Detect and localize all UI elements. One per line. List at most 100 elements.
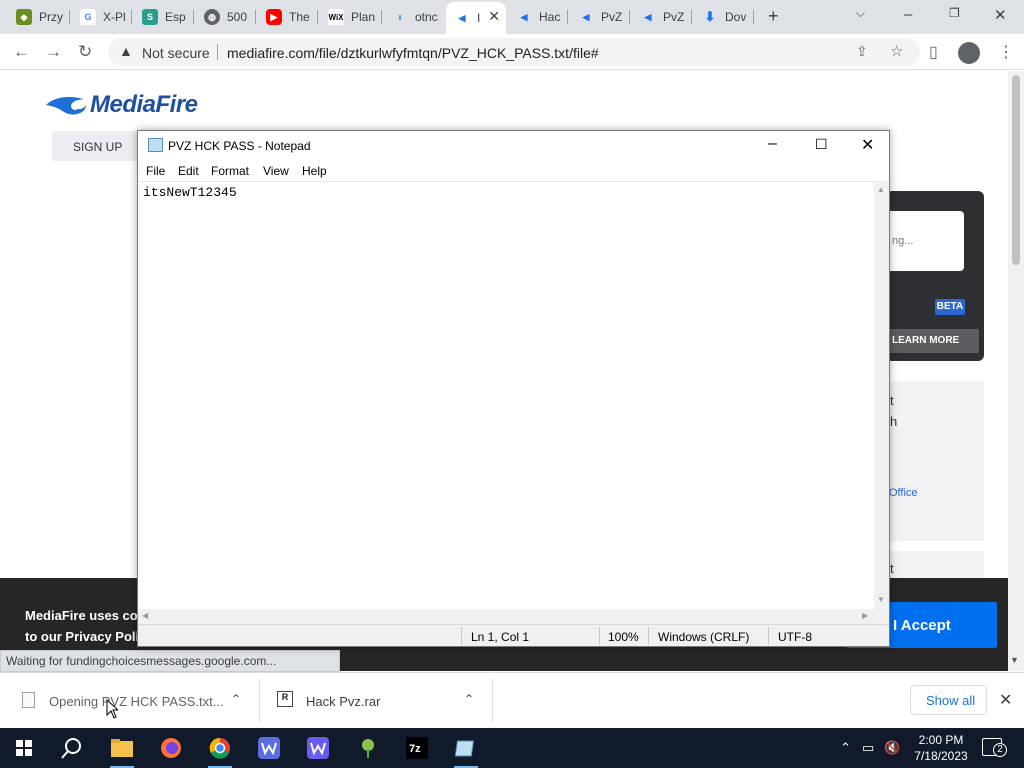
minimize-button[interactable]: – bbox=[904, 6, 912, 23]
notepad-vertical-scrollbar[interactable]: ▲ ▼ bbox=[874, 181, 889, 609]
7zip-button[interactable]: 7z bbox=[403, 734, 431, 762]
w-app-icon bbox=[258, 737, 280, 759]
close-tab-icon[interactable]: ✕ bbox=[488, 8, 500, 25]
new-tab-button[interactable]: + bbox=[768, 6, 779, 27]
w-app-icon bbox=[307, 737, 329, 759]
app-w-button[interactable] bbox=[255, 734, 283, 762]
address-bar[interactable]: ▲ Not secure mediafire.com/file/dztkurlw… bbox=[108, 38, 920, 66]
cookie-line[interactable]: to our Privacy Polic bbox=[25, 626, 155, 647]
notepad-title-bar[interactable]: PVZ HCK PASS - Notepad – ☐ ✕ bbox=[138, 131, 889, 161]
close-shelf-icon[interactable]: ✕ bbox=[999, 690, 1012, 710]
notepad-content[interactable]: itsNewT12345 bbox=[143, 185, 237, 200]
scroll-down-arrow-icon[interactable]: ▼ bbox=[1010, 655, 1019, 665]
info-text: h bbox=[890, 414, 898, 429]
windows-taskbar: 7z ⌃ ▭ 🔇 2:00 PM 7/18/2023 2 bbox=[0, 728, 1024, 768]
dot-icon: ı bbox=[398, 12, 402, 22]
notification-center-button[interactable]: 2 bbox=[982, 738, 1007, 757]
chrome-button[interactable] bbox=[206, 734, 234, 768]
7zip-icon: 7z bbox=[406, 737, 428, 759]
back-button[interactable]: ← bbox=[13, 42, 30, 62]
url-text[interactable]: mediafire.com/file/dztkurlwfyfmtqn/PVZ_H… bbox=[227, 45, 599, 61]
network-icon[interactable]: ▭ bbox=[862, 740, 874, 756]
signup-button[interactable]: SIGN UP bbox=[52, 131, 142, 161]
profile-avatar[interactable] bbox=[958, 42, 980, 64]
tab-title: otnc bbox=[415, 10, 438, 24]
chevron-up-icon[interactable]: ⌃ bbox=[231, 692, 241, 706]
forward-button[interactable]: → bbox=[45, 42, 62, 62]
menu-view[interactable]: View bbox=[263, 164, 289, 178]
browser-tab[interactable]: G X-Pl bbox=[72, 4, 132, 30]
warning-icon[interactable]: ▲ bbox=[119, 43, 133, 59]
mediafire-icon: ◀ bbox=[582, 11, 590, 22]
browser-tab[interactable]: ı otnc bbox=[384, 4, 444, 30]
browser-tab[interactable]: ▶ The bbox=[258, 4, 318, 30]
firefox-button[interactable] bbox=[157, 734, 185, 762]
reload-button[interactable]: ↻ bbox=[78, 42, 92, 62]
tab-title: I bbox=[477, 11, 481, 25]
show-all-button[interactable]: Show all bbox=[910, 685, 987, 715]
scroll-up-arrow-icon[interactable]: ▲ bbox=[877, 185, 885, 194]
tab-title: Plan bbox=[351, 10, 376, 24]
browser-tab-active[interactable]: ◀ I ✕ bbox=[446, 2, 506, 34]
maximize-button[interactable]: ☐ bbox=[815, 136, 828, 153]
notepad-button[interactable] bbox=[452, 734, 480, 768]
browser-tab[interactable]: ◀ PvZ bbox=[632, 4, 692, 30]
notepad-icon bbox=[148, 138, 163, 152]
share-icon[interactable]: ⇪ bbox=[856, 43, 868, 60]
download-name[interactable]: Hack Pvz.rar bbox=[306, 694, 380, 709]
tab-search-icon[interactable]: ⌵ bbox=[856, 6, 865, 21]
scroll-right-arrow-icon[interactable]: ▶ bbox=[862, 611, 868, 620]
scroll-down-arrow-icon[interactable]: ▼ bbox=[877, 595, 885, 604]
notepad-title: PVZ HCK PASS - Notepad bbox=[168, 139, 311, 153]
browser-tab-strip: ◆ Przy G X-Pl S Esp ◍ 500 ▶ The WiX Plan… bbox=[0, 0, 1024, 34]
volume-muted-icon[interactable]: 🔇 bbox=[884, 740, 900, 756]
tab-title: The bbox=[289, 10, 310, 24]
text-file-icon bbox=[22, 692, 35, 708]
learn-more-button[interactable]: LEARN MORE bbox=[886, 329, 979, 353]
page-scrollbar[interactable] bbox=[1008, 71, 1024, 671]
youtube-icon: ▶ bbox=[266, 9, 282, 25]
security-status[interactable]: Not secure bbox=[142, 45, 210, 61]
app-w2-button[interactable] bbox=[304, 734, 332, 762]
download-icon: ⬇ bbox=[704, 9, 716, 24]
browser-tab[interactable]: ◀ PvZ bbox=[570, 4, 630, 30]
browser-tab[interactable]: ◆ Przy bbox=[8, 4, 70, 30]
menu-file[interactable]: File bbox=[146, 164, 165, 178]
file-explorer-button[interactable] bbox=[108, 734, 136, 768]
browser-tab[interactable]: ⬇ Dov bbox=[694, 4, 754, 30]
download-item[interactable]: Opening PVZ HCK PASS.txt... ⌃ bbox=[0, 673, 260, 729]
chevron-up-icon[interactable]: ⌃ bbox=[464, 692, 474, 706]
bookmark-star-icon[interactable]: ☆ bbox=[890, 42, 903, 60]
minimize-button[interactable]: – bbox=[768, 135, 777, 153]
clock-date: 7/18/2023 bbox=[914, 749, 968, 763]
system-clock[interactable]: 2:00 PM 7/18/2023 bbox=[906, 732, 976, 764]
start-button[interactable] bbox=[10, 734, 38, 762]
office-link[interactable]: Office bbox=[889, 487, 918, 499]
search-button[interactable] bbox=[58, 734, 86, 762]
chevron-up-icon[interactable]: ⌃ bbox=[840, 740, 851, 756]
notepad-text-area[interactable]: itsNewT12345 bbox=[138, 181, 874, 609]
browser-tab[interactable]: S Esp bbox=[134, 4, 194, 30]
notepad-horizontal-scrollbar[interactable]: ◀ ▶ bbox=[138, 609, 874, 624]
menu-format[interactable]: Format bbox=[211, 164, 249, 178]
scrollbar-thumb[interactable] bbox=[1012, 75, 1020, 265]
close-button[interactable]: ✕ bbox=[861, 135, 874, 155]
download-name[interactable]: Opening PVZ HCK PASS.txt... bbox=[49, 694, 224, 709]
notification-count: 2 bbox=[993, 743, 1007, 757]
browser-tab[interactable]: ◍ 500 bbox=[196, 4, 256, 30]
chrome-icon bbox=[209, 737, 230, 759]
game-button[interactable] bbox=[354, 734, 382, 762]
restore-button[interactable]: ❐ bbox=[949, 6, 960, 20]
scroll-left-arrow-icon[interactable]: ◀ bbox=[142, 611, 148, 620]
menu-edit[interactable]: Edit bbox=[178, 164, 199, 178]
browser-tab[interactable]: ◀ Hac bbox=[508, 4, 568, 30]
browser-tab[interactable]: WiX Plan bbox=[320, 4, 382, 30]
menu-kebab-icon[interactable]: ⋮ bbox=[998, 42, 1014, 62]
windows-logo-icon bbox=[16, 740, 32, 756]
cookie-line: MediaFire uses coo bbox=[25, 608, 146, 623]
mediafire-logo[interactable]: MediaFire bbox=[44, 91, 198, 119]
close-window-button[interactable]: ✕ bbox=[994, 6, 1007, 24]
side-panel-icon[interactable]: ▯ bbox=[929, 42, 938, 62]
menu-help[interactable]: Help bbox=[302, 164, 327, 178]
download-item[interactable]: R Hack Pvz.rar ⌃ bbox=[260, 673, 493, 729]
